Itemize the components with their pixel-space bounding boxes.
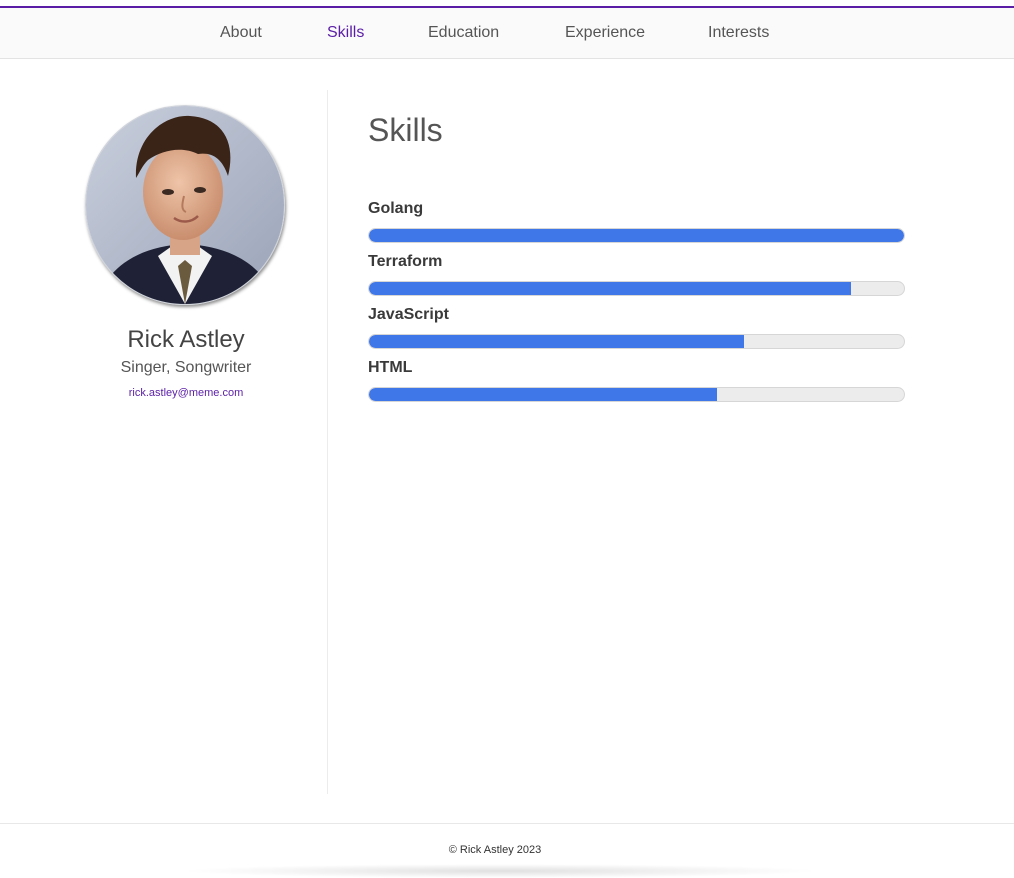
nav-about[interactable]: About [220, 24, 262, 42]
profile-email-link[interactable]: rick.astley@meme.com [0, 387, 372, 399]
avatar-portrait-image [86, 106, 284, 304]
nav-interests[interactable]: Interests [708, 24, 769, 42]
skill-progress-bar [368, 228, 905, 243]
skill-progress-fill [369, 335, 744, 348]
footer-shadow [180, 864, 820, 878]
page-title: Skills [368, 112, 443, 148]
skill-progress-bar [368, 334, 905, 349]
skill-name: JavaScript [368, 306, 449, 323]
avatar [85, 105, 285, 305]
skill-item: HTML [368, 359, 905, 407]
skill-name: Golang [368, 200, 424, 217]
skill-progress-fill [369, 229, 904, 242]
footer-copyright: © Rick Astley 2023 [448, 844, 542, 856]
skills-section: Skills Golang Terraform JavaScript HTML [368, 90, 968, 790]
skill-progress-fill [369, 388, 717, 401]
skill-item: Terraform [368, 253, 905, 301]
skill-progress-bar [368, 281, 905, 296]
nav-skills[interactable]: Skills [327, 24, 364, 42]
nav-experience[interactable]: Experience [565, 24, 645, 42]
skill-progress-fill [369, 282, 851, 295]
skill-progress-bar [368, 387, 905, 402]
skill-item: JavaScript [368, 306, 905, 354]
skill-name: HTML [368, 359, 413, 376]
profile-title: Singer, Songwriter [120, 359, 252, 376]
nav-education[interactable]: Education [428, 24, 499, 42]
profile-name: Rick Astley [127, 326, 245, 353]
skill-name: Terraform [368, 253, 443, 270]
profile-sidebar: Rick Astley Singer, Songwriter rick.astl… [0, 90, 328, 794]
skill-item: Golang [368, 200, 905, 248]
top-navbar: About Skills Education Experience Intere… [0, 8, 1014, 59]
page-footer: © Rick Astley 2023 [0, 823, 1014, 878]
